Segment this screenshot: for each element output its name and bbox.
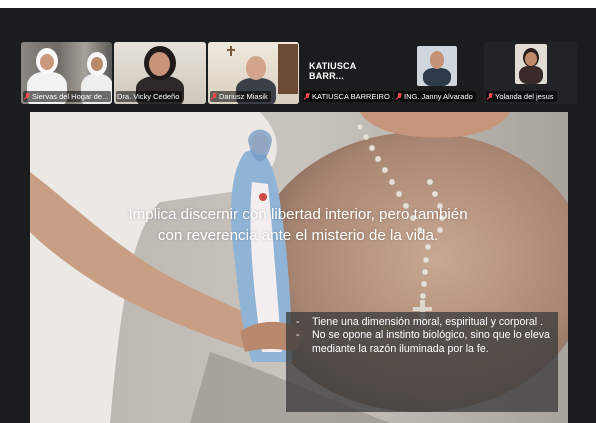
participant-name-label: Yolanda del jesus <box>486 91 557 102</box>
meeting-window: Siervas del Hogar de... Dra. Vicky Cedeñ… <box>0 8 596 423</box>
participant-display-name: KATIUSCA BARR... <box>309 61 357 81</box>
participant-name: KATIUSCA BARREIRO ... <box>312 92 393 101</box>
slide-bullet-item: No se opone al instinto biológico, sino … <box>290 329 550 356</box>
slide-bullet-box: Tiene una dimensión moral, espiritual y … <box>286 312 558 412</box>
slide-bullet-item: Tiene una dimensión moral, espiritual y … <box>290 316 550 330</box>
participant-strip: Siervas del Hogar de... Dra. Vicky Cedeñ… <box>0 8 596 108</box>
participant-video <box>515 44 547 84</box>
slide-caption: Implica discernir con libertad interior,… <box>128 206 468 244</box>
shared-screen-slide: Implica discernir con libertad interior,… <box>30 112 568 423</box>
slide-bullet-list: Tiene una dimensión moral, espiritual y … <box>290 316 550 356</box>
participant-tile[interactable]: Yolanda del jesus <box>484 42 577 104</box>
participant-tile[interactable]: KATIUSCA BARR... KATIUSCA BARREIRO ... <box>301 42 393 104</box>
participant-name-label: Dariusz Miasik <box>210 91 271 102</box>
participant-name: Yolanda del jesus <box>495 92 554 101</box>
mic-muted-icon <box>396 93 402 100</box>
participant-name-label: KATIUSCA BARREIRO ... <box>303 91 393 102</box>
participant-video <box>417 46 457 86</box>
mic-muted-icon <box>304 93 310 100</box>
participant-name-label: Siervas del Hogar de... <box>23 91 112 102</box>
participant-name: Dariusz Miasik <box>219 92 268 101</box>
participant-name: Siervas del Hogar de... <box>32 92 109 101</box>
participant-name-label: Dra. Vicky Cedeño <box>116 91 183 102</box>
participant-name-label: ING. Janny Alvarado <box>395 91 476 102</box>
mic-muted-icon <box>24 93 30 100</box>
participant-tile[interactable]: Dariusz Miasik <box>208 42 299 104</box>
participant-tile[interactable]: ING. Janny Alvarado <box>393 42 484 104</box>
participant-tile-active-speaker[interactable]: Dra. Vicky Cedeño <box>114 42 206 104</box>
mic-muted-icon <box>211 93 217 100</box>
mic-muted-icon <box>487 93 493 100</box>
participant-name: Dra. Vicky Cedeño <box>117 92 180 101</box>
participant-tile[interactable]: Siervas del Hogar de... <box>21 42 112 104</box>
participant-name: ING. Janny Alvarado <box>404 92 473 101</box>
